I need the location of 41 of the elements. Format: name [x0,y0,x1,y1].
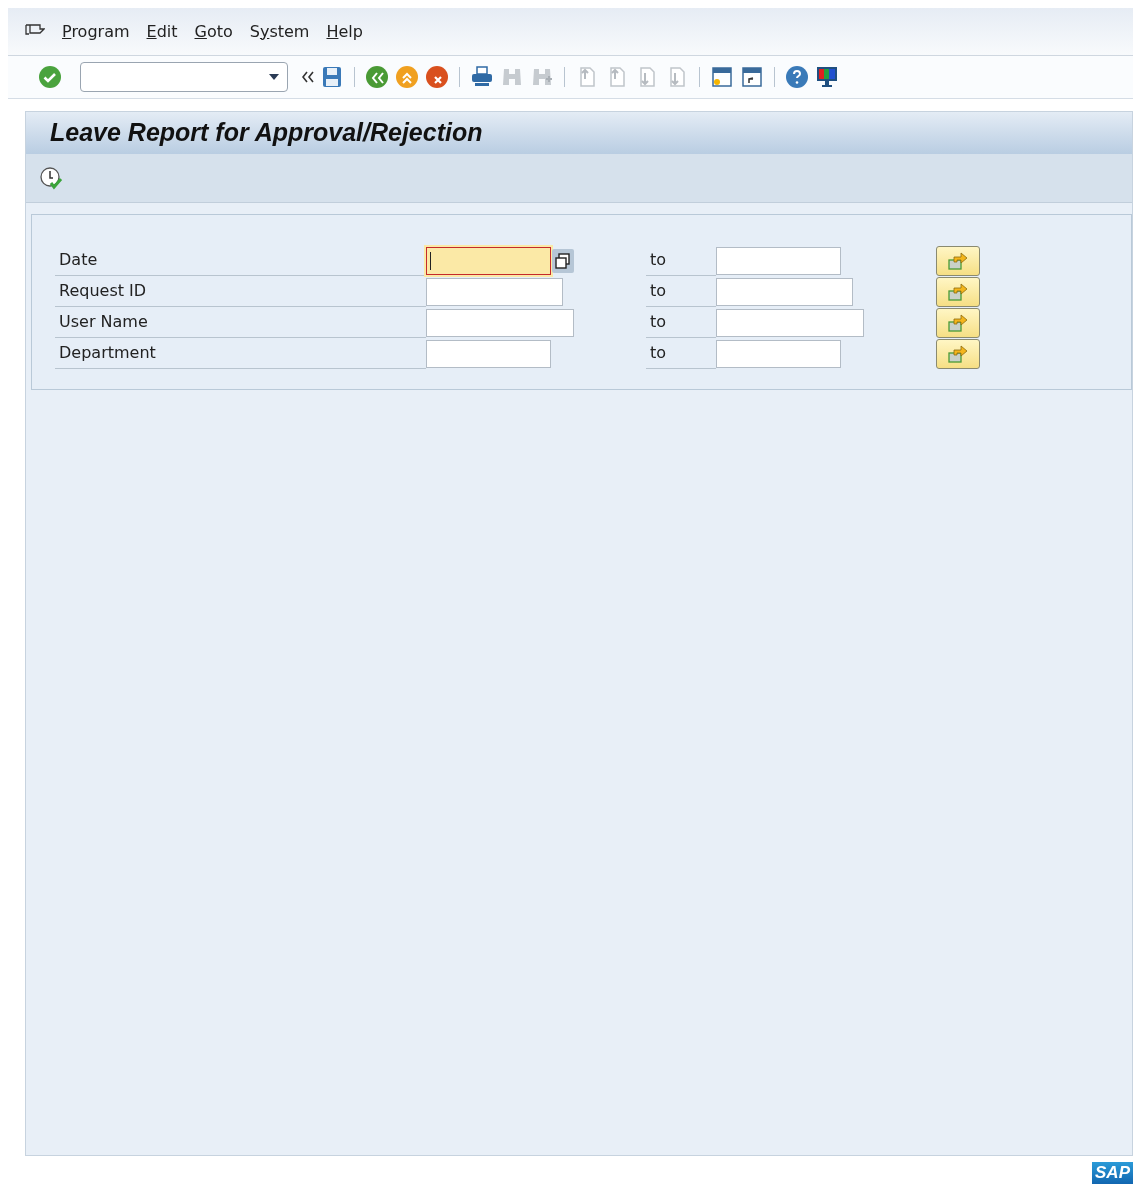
menu-item[interactable]: System [249,19,310,44]
multiple-selection-icon[interactable] [552,248,574,273]
multiple-selection-button[interactable] [936,245,980,276]
shortcut-window-icon[interactable] [740,65,764,89]
multiple-selection-button[interactable] [936,276,980,307]
to-field[interactable] [716,246,841,275]
check-icon[interactable] [38,65,62,89]
dropdown-icon[interactable] [269,74,279,80]
from-field[interactable] [426,339,551,368]
to-field[interactable] [716,308,864,337]
cancel-icon[interactable] [425,65,449,89]
from-field[interactable] [426,277,563,306]
arrow-folder-icon [947,343,969,364]
menu-item[interactable]: Program [62,19,130,44]
menu-item[interactable]: Help [326,19,363,44]
back-icon[interactable] [365,65,389,89]
arrow-folder-icon [947,250,969,271]
multiple-selection-button[interactable] [936,338,980,369]
command-field[interactable] [80,62,288,92]
multiple-selection-button[interactable] [936,307,980,338]
help-icon[interactable] [785,65,809,89]
field-label: Department [55,338,426,369]
printer-icon[interactable] [470,65,494,89]
arrow-folder-icon [947,312,969,333]
monitor-icon[interactable] [815,65,839,89]
exit-icon[interactable] [395,65,419,89]
double-chevron-icon[interactable] [302,71,314,83]
from-field[interactable] [426,246,551,275]
arrow-folder-icon [947,281,969,302]
from-field[interactable] [426,308,574,337]
field-label: User Name [55,307,426,338]
screen-title: Leave Report for Approval/Rejection [50,117,483,149]
new-window-icon[interactable] [710,65,734,89]
to-field[interactable] [716,339,841,368]
execute-icon[interactable] [39,166,63,190]
menu-item[interactable]: Edit [146,19,178,44]
field-label: Request ID [55,276,426,307]
menu-item[interactable]: Goto [194,19,233,44]
logo: SAP [1092,1162,1133,1184]
save-icon[interactable] [320,65,344,89]
to-field[interactable] [716,277,853,306]
